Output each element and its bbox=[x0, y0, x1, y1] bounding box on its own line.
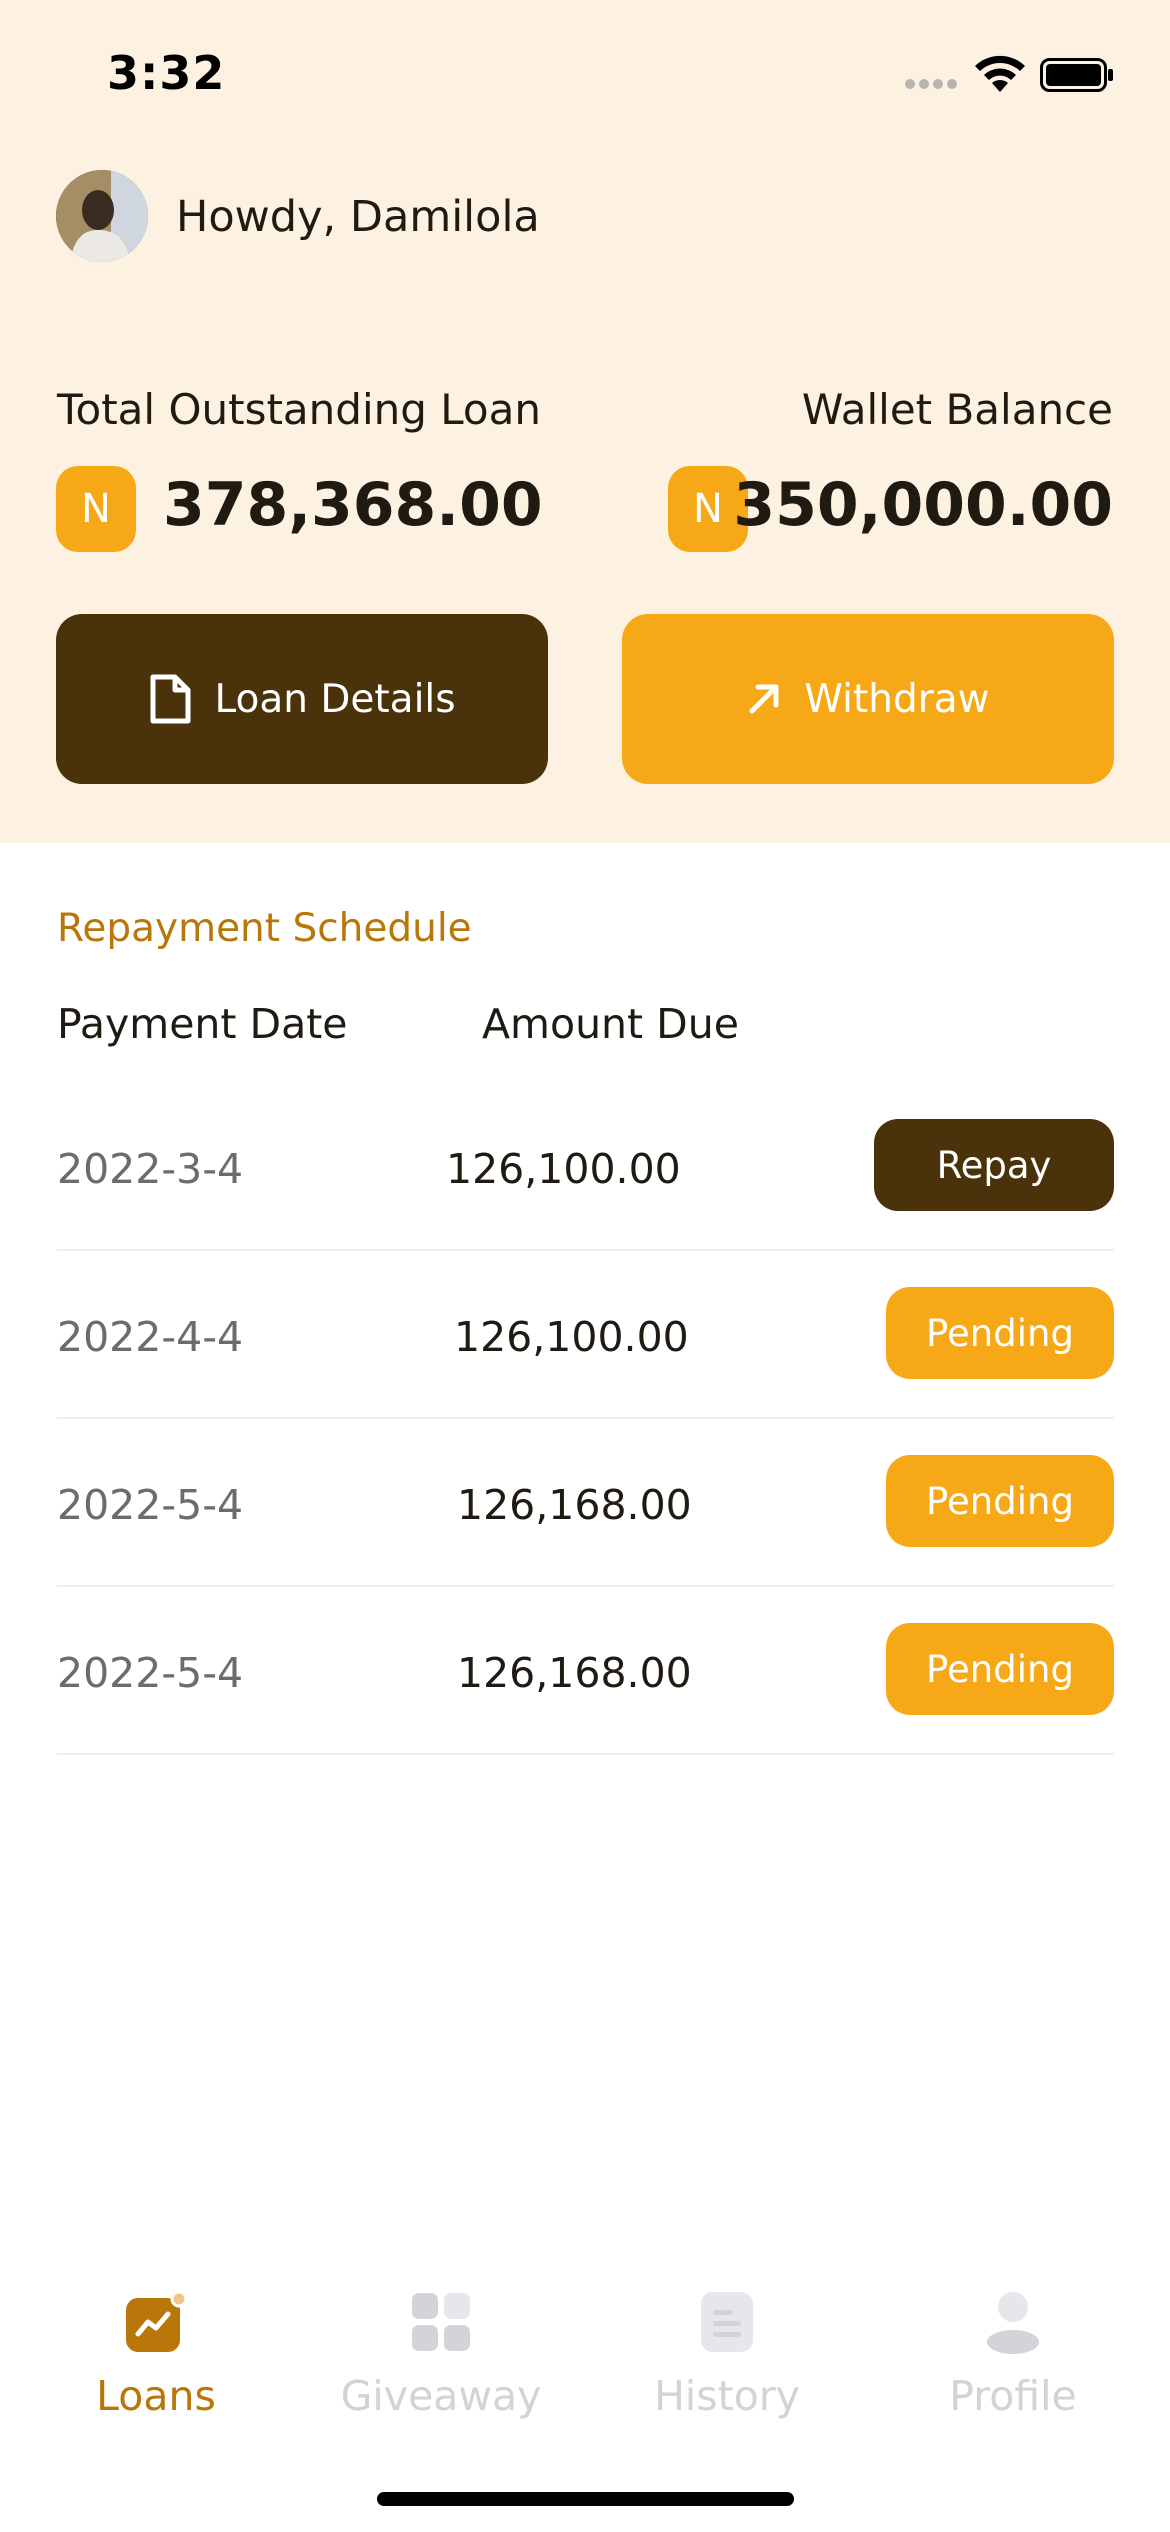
tab-giveaway[interactable]: Giveaway bbox=[321, 2270, 561, 2420]
pending-button[interactable]: Pending bbox=[886, 1623, 1114, 1715]
amount-due: 126,168.00 bbox=[457, 1649, 692, 1697]
wallet-balance-amount: 350,000.00 bbox=[733, 470, 1113, 540]
pending-button[interactable]: Pending bbox=[886, 1287, 1114, 1379]
table-row: 2022-5-4 126,168.00 Pending bbox=[57, 1587, 1114, 1755]
pending-button[interactable]: Pending bbox=[886, 1455, 1114, 1547]
table-row: 2022-5-4 126,168.00 Pending bbox=[57, 1419, 1114, 1587]
tab-loans[interactable]: Loans bbox=[36, 2270, 276, 2420]
tab-history[interactable]: History bbox=[607, 2270, 847, 2420]
arrow-up-right-icon bbox=[749, 684, 779, 714]
repay-button[interactable]: Repay bbox=[874, 1119, 1114, 1211]
grid-icon bbox=[409, 2290, 473, 2354]
amount-due: 126,100.00 bbox=[446, 1145, 681, 1193]
document-icon bbox=[695, 2290, 759, 2354]
withdraw-button[interactable]: Withdraw bbox=[622, 614, 1114, 784]
loan-details-label: Loan Details bbox=[214, 676, 456, 722]
status-time: 3:32 bbox=[107, 46, 226, 100]
tab-label: History bbox=[654, 2372, 800, 2420]
payment-date: 2022-4-4 bbox=[57, 1313, 244, 1361]
naira-icon: N bbox=[56, 466, 136, 552]
wifi-icon bbox=[975, 55, 1025, 92]
loan-details-button[interactable]: Loan Details bbox=[56, 614, 548, 784]
amount-due: 126,168.00 bbox=[457, 1481, 692, 1529]
tab-profile[interactable]: Profile bbox=[893, 2270, 1133, 2420]
repayment-schedule-title: Repayment Schedule bbox=[57, 906, 472, 951]
amount-due-header: Amount Due bbox=[482, 1000, 739, 1048]
payment-date: 2022-3-4 bbox=[57, 1145, 244, 1193]
wallet-balance-label: Wallet Balance bbox=[801, 385, 1113, 434]
home-indicator bbox=[377, 2492, 794, 2506]
tab-label: Profile bbox=[949, 2372, 1077, 2420]
payment-date: 2022-5-4 bbox=[57, 1481, 244, 1529]
table-row: 2022-3-4 126,100.00 Repay bbox=[57, 1083, 1114, 1251]
tab-bar: Loans Giveaway History Profile bbox=[0, 2270, 1170, 2420]
withdraw-label: Withdraw bbox=[804, 676, 990, 722]
header-panel: 3:32 Howdy, Damilola Total Outstanding L… bbox=[0, 0, 1170, 843]
payment-date: 2022-5-4 bbox=[57, 1649, 244, 1697]
battery-icon bbox=[1040, 58, 1113, 92]
avatar[interactable] bbox=[56, 170, 148, 262]
greeting: Howdy, Damilola bbox=[176, 192, 540, 242]
document-icon bbox=[150, 674, 191, 724]
payment-date-header: Payment Date bbox=[57, 1000, 348, 1048]
total-outstanding-amount: 378,368.00 bbox=[163, 470, 543, 540]
table-row: 2022-4-4 126,100.00 Pending bbox=[57, 1251, 1114, 1419]
loans-chart-icon bbox=[124, 2290, 188, 2354]
user-icon bbox=[981, 2290, 1045, 2354]
cellular-signal-icon bbox=[905, 79, 957, 91]
tab-label: Loans bbox=[96, 2372, 216, 2420]
amount-due: 126,100.00 bbox=[454, 1313, 689, 1361]
total-outstanding-label: Total Outstanding Loan bbox=[57, 385, 541, 434]
tab-label: Giveaway bbox=[340, 2372, 542, 2420]
